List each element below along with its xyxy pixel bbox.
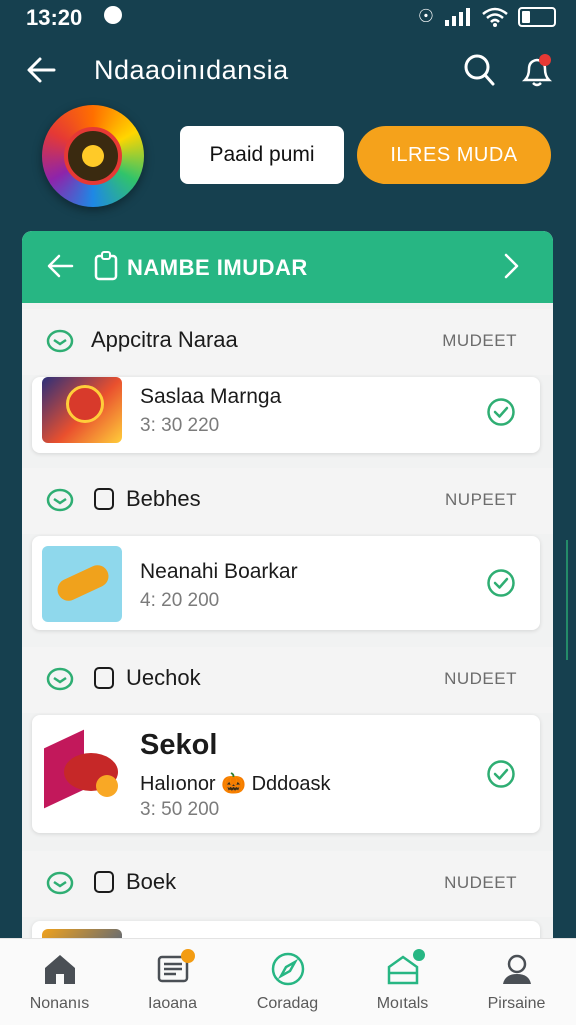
- list-item[interactable]: Sekol Halıonor 🎃 Dddoask 3: 50 200: [32, 715, 540, 833]
- section-status: MUDEET: [442, 331, 517, 350]
- back-arrow-icon[interactable]: [24, 52, 60, 88]
- content-panel: NAMBE IMUDAR Appcitra Naraa MUDEET Sasla…: [22, 231, 553, 951]
- badge-icon: [180, 949, 195, 963]
- nav-label: Moıtals: [376, 995, 429, 1012]
- primary-button[interactable]: Paaid pumi: [180, 126, 344, 184]
- avatar-emblem-icon: [64, 127, 122, 185]
- section-label: Appcitra Naraa: [91, 327, 238, 352]
- character-icon: [66, 385, 104, 423]
- list-item[interactable]: Saslaa Marnga 3: 30 220: [32, 377, 540, 453]
- nav-item-mail[interactable]: Moıtals: [345, 939, 460, 1025]
- compass-icon: [271, 952, 304, 986]
- notification-dot-icon: [104, 6, 122, 24]
- chevron-down-icon: [46, 871, 74, 895]
- item-title: Sekol: [140, 729, 218, 761]
- item-meta: 3: 50 200: [140, 799, 220, 820]
- accent-button[interactable]: ILRES MUDA: [357, 126, 551, 184]
- bell-icon[interactable]: [520, 52, 554, 90]
- nav-label: Nonanıs: [29, 995, 90, 1012]
- clipboard-icon: [94, 251, 118, 281]
- chevron-left-icon[interactable]: [46, 251, 76, 281]
- battery-icon: [518, 6, 556, 27]
- section-header[interactable]: Bebhes NUPEET: [22, 468, 553, 534]
- badge-icon: [412, 949, 425, 961]
- panel-header: NAMBE IMUDAR: [22, 231, 553, 303]
- section-status: NUPEET: [445, 490, 517, 509]
- section-status: NUDEET: [444, 873, 517, 892]
- game-thumbnail: [40, 725, 126, 815]
- home-icon: [44, 955, 75, 984]
- game-thumbnail: [42, 377, 122, 443]
- check-icon: [487, 398, 515, 426]
- item-subtitle: Halıonor 🎃 Dddoask: [140, 773, 331, 795]
- section-header[interactable]: Boek NUDEET: [22, 851, 553, 917]
- nav-item-home[interactable]: Nonanıs: [2, 939, 117, 1025]
- chevron-down-icon: [46, 329, 74, 353]
- checkbox-icon[interactable]: [94, 871, 114, 893]
- nav-item-profile[interactable]: Pirsaine: [459, 939, 574, 1025]
- chevron-down-icon: [46, 488, 74, 512]
- panel-title: NAMBE IMUDAR: [127, 255, 308, 280]
- section-header[interactable]: Uechok NUDEET: [22, 647, 553, 713]
- signal-icon: [445, 7, 470, 26]
- item-meta: 3: 30 220: [140, 415, 220, 436]
- chevron-right-icon[interactable]: [498, 251, 524, 281]
- nav-label: Pirsaine: [487, 995, 546, 1012]
- check-icon: [487, 569, 515, 597]
- game-thumbnail: [42, 546, 122, 622]
- item-meta: 4: 20 200: [140, 590, 220, 611]
- profile-icon: [502, 954, 531, 984]
- item-title: Neanahi Boarkar: [140, 560, 298, 583]
- news-icon: [155, 949, 195, 987]
- game-avatar[interactable]: [42, 105, 144, 207]
- check-icon: [487, 760, 515, 788]
- status-time: 13:20: [26, 5, 83, 30]
- checkbox-icon[interactable]: [94, 488, 114, 510]
- section-label: Bebhes: [126, 486, 201, 511]
- wifi-icon: [482, 7, 508, 27]
- nav-label: Iaoana: [148, 995, 197, 1012]
- creature-face-icon: [96, 775, 118, 797]
- decorative-line: [566, 540, 568, 660]
- checkbox-icon[interactable]: [94, 667, 114, 689]
- item-title: Saslaa Marnga: [140, 385, 282, 408]
- creature-icon: [53, 561, 113, 605]
- section-label: Boek: [126, 869, 177, 894]
- section-status: NUDEET: [444, 669, 517, 688]
- search-icon[interactable]: [462, 52, 496, 88]
- page-title: Ndaaoinıdansia: [94, 55, 289, 85]
- nav-item-news[interactable]: Iaoana: [115, 939, 230, 1025]
- status-icons: ☉: [418, 6, 556, 27]
- chevron-down-icon: [46, 667, 74, 691]
- section-label: Uechok: [126, 665, 201, 690]
- nav-label: Coradag: [256, 995, 319, 1012]
- bottom-nav: Nonanıs Iaoana Coradag Moıtals Pirsaine: [0, 938, 576, 1025]
- status-bar: 13:20 ☉: [0, 0, 576, 34]
- avatar-eye-icon: [82, 145, 104, 167]
- section-header[interactable]: Appcitra Naraa MUDEET: [22, 309, 553, 375]
- list-item[interactable]: Neanahi Boarkar 4: 20 200: [32, 536, 540, 630]
- briefcase-icon: [385, 949, 425, 987]
- nfc-icon: ☉: [417, 6, 434, 26]
- nav-item-explore[interactable]: Coradag: [230, 939, 345, 1025]
